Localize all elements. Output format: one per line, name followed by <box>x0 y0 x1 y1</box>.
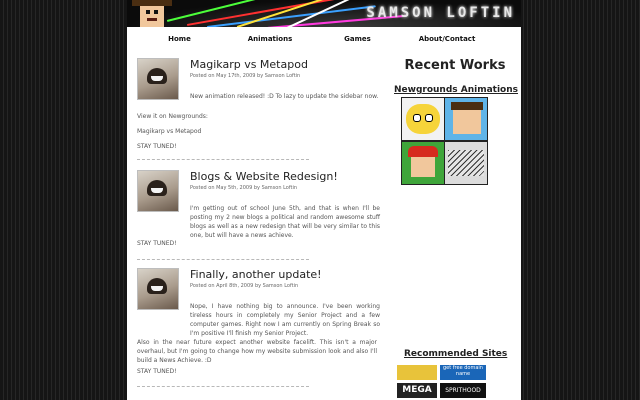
sidebar-title: Recent Works <box>404 58 506 73</box>
post-divider <box>137 159 309 160</box>
post-signoff: STAY TUNED! <box>137 368 177 375</box>
nav-games[interactable]: Games <box>335 27 380 52</box>
main-nav: Home Animations Games About/Contact <box>127 27 521 53</box>
post-text: Also in the near future expect another w… <box>137 339 377 364</box>
content-area: Magikarp vs Metapod Posted on May 17th, … <box>127 52 521 400</box>
cartoon-face-icon <box>411 157 435 177</box>
post-meta: Posted on May 17th, 2009 by Samson Lofti… <box>190 73 301 79</box>
animation-thumbnail[interactable] <box>401 97 445 141</box>
post-link[interactable]: Magikarp vs Metapod <box>137 127 377 136</box>
post-title[interactable]: Magikarp vs Metapod <box>190 58 308 71</box>
recommended-site-banner[interactable] <box>397 365 437 380</box>
post-body: Nope, I have nothing big to announce. I'… <box>190 303 380 337</box>
post-body: New animation released! :D To lazy to up… <box>190 93 379 100</box>
author-avatar-icon <box>137 268 179 310</box>
recommended-site-banner[interactable]: MEGA <box>397 383 437 398</box>
sketch-icon <box>448 150 484 176</box>
pixel-mascot-icon <box>132 0 172 27</box>
nav-animations[interactable]: Animations <box>245 27 295 52</box>
post-meta: Posted on May 5th, 2009 by Samson Loftin <box>190 185 298 191</box>
post-body: I'm getting out of school June 5th, and … <box>190 205 380 239</box>
sidebar: Recent Works Newgrounds Animations Recom… <box>389 52 521 400</box>
recommended-site-banner[interactable]: SPRITHOOD <box>440 383 486 398</box>
blog-post: Finally, another update! Posted on April… <box>137 268 380 393</box>
newgrounds-animations-heading[interactable]: Newgrounds Animations <box>394 85 518 95</box>
post-meta: Posted on April 8th, 2009 by Samson Loft… <box>190 283 299 289</box>
author-avatar-icon <box>137 58 179 100</box>
recommended-sites-heading: Recommended Sites <box>404 349 508 359</box>
post-title[interactable]: Blogs & Website Redesign! <box>190 170 338 183</box>
cap-icon <box>408 146 438 157</box>
post-divider <box>137 386 309 387</box>
eye-icon <box>413 114 421 122</box>
header-banner: SAMSON LOFTIN <box>127 0 521 27</box>
nav-home[interactable]: Home <box>157 27 202 52</box>
animation-thumbnail[interactable] <box>444 141 488 185</box>
post-text: View it on Newgrounds: <box>137 113 208 120</box>
post-divider <box>137 259 309 260</box>
recommended-site-banner[interactable]: get free domain name <box>440 365 486 380</box>
eye-icon <box>425 114 433 122</box>
post-signoff: STAY TUNED! <box>137 240 177 247</box>
post-title[interactable]: Finally, another update! <box>190 268 322 281</box>
site-logo[interactable]: SAMSON LOFTIN <box>366 5 515 21</box>
nav-about-contact[interactable]: About/Contact <box>417 27 477 52</box>
blog-post: Blogs & Website Redesign! Posted on May … <box>137 170 380 260</box>
cartoon-face-icon <box>406 104 440 134</box>
animation-thumbnail[interactable] <box>401 141 445 185</box>
blog-posts: Magikarp vs Metapod Posted on May 17th, … <box>127 52 382 400</box>
blog-post: Magikarp vs Metapod Posted on May 17th, … <box>137 58 379 163</box>
author-avatar-icon <box>137 170 179 212</box>
hair-icon <box>451 102 483 110</box>
post-signoff: STAY TUNED! <box>137 143 177 150</box>
cartoon-face-icon <box>453 106 481 134</box>
page-wrapper: SAMSON LOFTIN Home Animations Games Abou… <box>127 0 521 400</box>
animation-thumbnail[interactable] <box>444 97 488 141</box>
